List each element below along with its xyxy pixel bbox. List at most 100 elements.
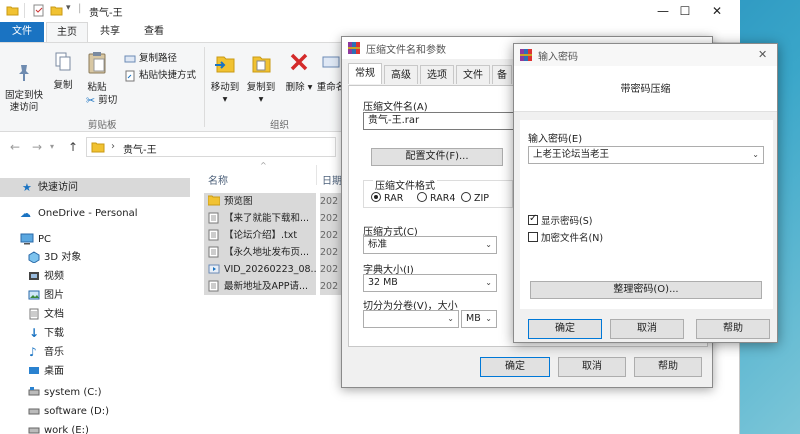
address-bar[interactable]: › 贵气-王 xyxy=(86,137,336,157)
chevron-down-icon: ⌄ xyxy=(447,314,454,323)
new-folder-icon[interactable] xyxy=(50,4,63,17)
tab-options[interactable]: 选项 xyxy=(420,65,454,84)
nav-drive-c[interactable]: system (C:) xyxy=(0,383,190,402)
cube-icon xyxy=(28,251,40,263)
tab-home[interactable]: 主页 xyxy=(46,22,88,42)
copy-button[interactable]: 复制 xyxy=(48,51,78,92)
tab-general[interactable]: 常规 xyxy=(348,63,382,84)
paste-shortcut-icon xyxy=(125,70,135,81)
move-to-button[interactable]: 移动到 ▾ xyxy=(208,51,242,106)
password-body: 输入密码(E) 上老王论坛当老王⌄ 显示密码(S) 加密文件名(N) 整理密码(… xyxy=(520,120,773,309)
column-header-date[interactable]: 日期 xyxy=(322,172,342,187)
folder-icon xyxy=(208,195,220,206)
tab-view[interactable]: 查看 xyxy=(134,22,174,42)
organize-passwords-button[interactable]: 整理密码(O)... xyxy=(530,281,762,299)
copy-path-button[interactable]: 复制路径 xyxy=(124,51,177,66)
winrar-icon xyxy=(520,49,532,61)
computer-icon xyxy=(20,233,34,245)
cancel-button[interactable]: 取消 xyxy=(558,357,626,377)
nav-pc[interactable]: PC xyxy=(0,230,190,249)
file-list: 名称 ^ 日期 预览图 202 【来了就能下载和... 202 【论坛介绍】.t… xyxy=(200,161,350,434)
column-header-name[interactable]: 名称 xyxy=(208,172,228,187)
download-icon: ↓ xyxy=(29,326,40,340)
scissors-icon: ✂ xyxy=(86,94,96,107)
text-file-icon xyxy=(208,212,219,224)
copy-path-label: 复制路径 xyxy=(139,53,178,64)
close-icon[interactable]: ✕ xyxy=(758,48,767,61)
close-button[interactable]: ✕ xyxy=(694,0,740,22)
copy-to-label: 复制到 ▾ xyxy=(246,82,276,105)
nav-music[interactable]: ♪ 音乐 xyxy=(0,343,190,362)
delete-label: 删除 ▾ xyxy=(285,82,313,93)
split-unit-select[interactable]: MB ⌄ xyxy=(461,310,497,328)
encrypt-filenames-checkbox[interactable]: 加密文件名(N) xyxy=(528,230,603,244)
tab-share[interactable]: 共享 xyxy=(90,22,130,42)
show-password-checkbox[interactable]: 显示密码(S) xyxy=(528,213,592,227)
tab-backup[interactable]: 备 xyxy=(492,65,512,84)
pin-quick-access-button[interactable]: 固定到快 速访问 xyxy=(4,51,44,126)
copy-label: 复制 xyxy=(53,80,73,91)
password-input[interactable]: 上老王论坛当老王 ⌄ xyxy=(528,146,764,164)
nav-3d-objects[interactable]: 3D 对象 xyxy=(0,248,190,267)
tab-files[interactable]: 文件 xyxy=(456,65,490,84)
video-file-icon xyxy=(208,264,220,274)
chevron-down-icon: ⌄ xyxy=(485,314,492,323)
password-cancel-button[interactable]: 取消 xyxy=(610,319,684,339)
copy-to-button[interactable]: 复制到 ▾ xyxy=(244,51,278,106)
separator: | xyxy=(78,3,82,14)
back-arrow-icon[interactable]: ← xyxy=(10,140,20,154)
rename-icon xyxy=(322,56,340,68)
nav-downloads[interactable]: ↓ 下载 xyxy=(0,324,190,343)
text-file-icon xyxy=(208,229,219,241)
recent-dropdown-icon[interactable]: ▾ xyxy=(50,142,54,151)
nav-quick-access[interactable]: ★ 快速访问 xyxy=(0,178,190,197)
password-help-button[interactable]: 帮助 xyxy=(696,319,770,339)
delete-button[interactable]: 删除 ▾ xyxy=(284,51,314,94)
sort-arrow-icon: ^ xyxy=(260,161,267,170)
drive-icon xyxy=(28,387,40,396)
nav-pictures[interactable]: 图片 xyxy=(0,286,190,305)
desktop-icon xyxy=(29,367,39,374)
picture-icon xyxy=(28,290,40,300)
archive-name-input[interactable]: 贵气-王.rar xyxy=(363,112,523,130)
help-button[interactable]: 帮助 xyxy=(634,357,702,377)
properties-icon[interactable] xyxy=(32,4,45,17)
password-ok-button[interactable]: 确定 xyxy=(528,319,602,339)
file-name: 【来了就能下载和... xyxy=(224,213,310,224)
breadcrumb-folder[interactable]: 贵气-王 xyxy=(123,141,157,156)
config-file-button[interactable]: 配置文件(F)... xyxy=(371,148,503,166)
paste-button[interactable]: 粘贴 xyxy=(82,51,112,94)
split-size-input[interactable]: ⌄ xyxy=(363,310,459,328)
password-dialog-title: 输入密码 xyxy=(538,52,578,63)
ribbon-separator xyxy=(204,47,205,127)
up-arrow-icon[interactable]: ↑ xyxy=(68,140,78,154)
tab-file[interactable]: 文件 xyxy=(0,22,44,42)
nav-onedrive[interactable]: ☁ OneDrive - Personal xyxy=(0,204,190,223)
folder-icon xyxy=(91,142,105,153)
music-note-icon: ♪ xyxy=(29,345,37,359)
column-separator[interactable] xyxy=(316,165,317,185)
nav-drive-e[interactable]: work (E:) xyxy=(0,421,190,434)
forward-arrow-icon[interactable]: → xyxy=(32,140,42,154)
file-name: VID_20260223_08... xyxy=(224,264,316,275)
format-rar-radio[interactable]: RAR xyxy=(371,192,403,204)
winrar-icon xyxy=(348,42,360,54)
copy-icon xyxy=(55,52,71,71)
move-to-icon xyxy=(215,56,235,73)
nav-drive-d[interactable]: software (D:) xyxy=(0,402,190,421)
format-rar4-radio[interactable]: RAR4 xyxy=(417,192,455,204)
paste-shortcut-button[interactable]: 粘贴快捷方式 xyxy=(124,68,196,83)
nav-documents[interactable]: 文档 xyxy=(0,305,190,324)
dictionary-size-select[interactable]: 32 MB ⌄ xyxy=(363,274,497,292)
nav-desktop[interactable]: 桌面 xyxy=(0,362,190,381)
quick-access-dropdown-icon[interactable]: ▾ xyxy=(66,3,71,13)
tab-advanced[interactable]: 高级 xyxy=(384,65,418,84)
format-zip-radio[interactable]: ZIP xyxy=(461,192,489,204)
nav-videos[interactable]: 视频 xyxy=(0,267,190,286)
compression-method-select[interactable]: 标准 ⌄ xyxy=(363,236,497,254)
password-dialog: 输入密码 ✕ 带密码压缩 输入密码(E) 上老王论坛当老王⌄ 显示密码(S) 加… xyxy=(513,43,778,343)
copy-path-icon xyxy=(124,55,136,62)
file-name: 【论坛介绍】.txt xyxy=(224,230,298,241)
cut-button[interactable]: ✂ 剪切 xyxy=(86,93,117,108)
ok-button[interactable]: 确定 xyxy=(480,357,550,377)
